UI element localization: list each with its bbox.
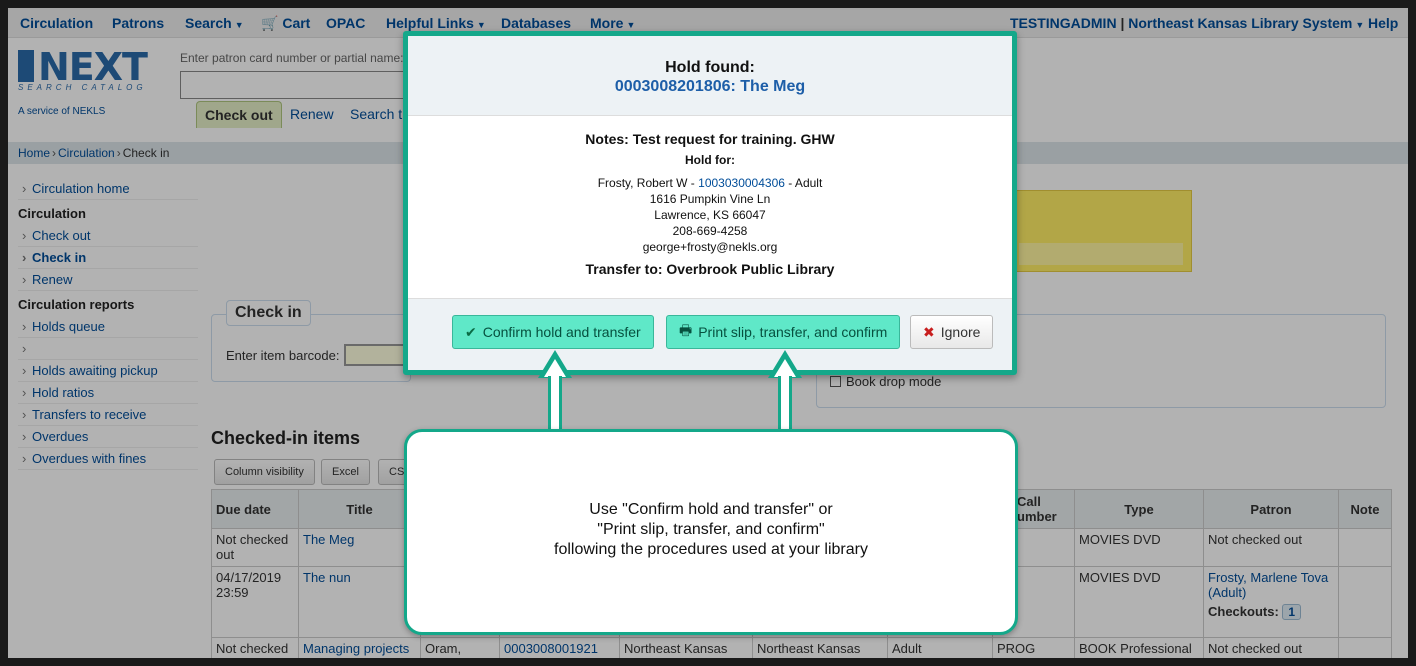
callout-arrow-left-shaft (548, 376, 562, 432)
transfer-destination: Transfer to: Overbrook Public Library (585, 261, 835, 277)
callout-arrow-right-shaft (778, 376, 792, 432)
dialog-body: Notes: Test request for training. GHW Ho… (408, 131, 1012, 277)
hold-patron-type: - Adult (788, 176, 823, 190)
dialog-header: Hold found: 0003008201806: The Meg (408, 36, 1012, 116)
instruction-callout: Use "Confirm hold and transfer" or "Prin… (404, 429, 1018, 635)
patron-phone: 208-669-4258 (672, 224, 748, 238)
callout-line1: Use "Confirm hold and transfer" or (589, 501, 833, 518)
hold-patron-line: Frosty, Robert W - 1003030004306 - Adult (408, 175, 1012, 191)
hold-notes: Notes: Test request for training. GHW (585, 131, 835, 147)
ignore-button-label: Ignore (940, 324, 981, 340)
hold-for-label: Hold for: (685, 153, 735, 167)
confirm-hold-transfer-button[interactable]: ✔ Confirm hold and transfer (452, 315, 654, 349)
patron-address-line1: 1616 Pumpkin Vine Ln (649, 192, 771, 206)
confirm-button-label: Confirm hold and transfer (482, 324, 641, 340)
hold-patron-card-link[interactable]: 1003030004306 (698, 176, 785, 190)
hold-patron-name: Frosty, Robert W - (597, 176, 695, 190)
callout-arrow-right-inner (774, 359, 796, 377)
dialog-title: Hold found: (665, 59, 755, 76)
callout-arrow-left-inner (544, 359, 566, 377)
app-window: Circulation Patrons Search ▼ 🛒 Cart OPAC … (8, 8, 1408, 658)
print-button-label: Print slip, transfer, and confirm (698, 324, 888, 340)
ignore-button[interactable]: ✖ Ignore (910, 315, 994, 349)
hold-found-dialog: Hold found: 0003008201806: The Meg Notes… (403, 31, 1017, 375)
patron-address-line2: Lawrence, KS 66047 (654, 208, 766, 222)
printer-icon: 🖶 (679, 322, 693, 338)
callout-line2: "Print slip, transfer, and confirm" (597, 521, 825, 538)
print-slip-transfer-button[interactable]: 🖶 Print slip, transfer, and confirm (666, 315, 901, 349)
dialog-footer: ✔ Confirm hold and transfer 🖶 Print slip… (408, 298, 1012, 370)
patron-email: george+frosty@nekls.org (642, 240, 778, 254)
check-icon: ✔ (465, 323, 477, 340)
close-icon: ✖ (923, 323, 935, 340)
hold-item-link[interactable]: 0003008201806: The Meg (408, 78, 1012, 96)
callout-line3: following the procedures used at your li… (554, 541, 868, 558)
